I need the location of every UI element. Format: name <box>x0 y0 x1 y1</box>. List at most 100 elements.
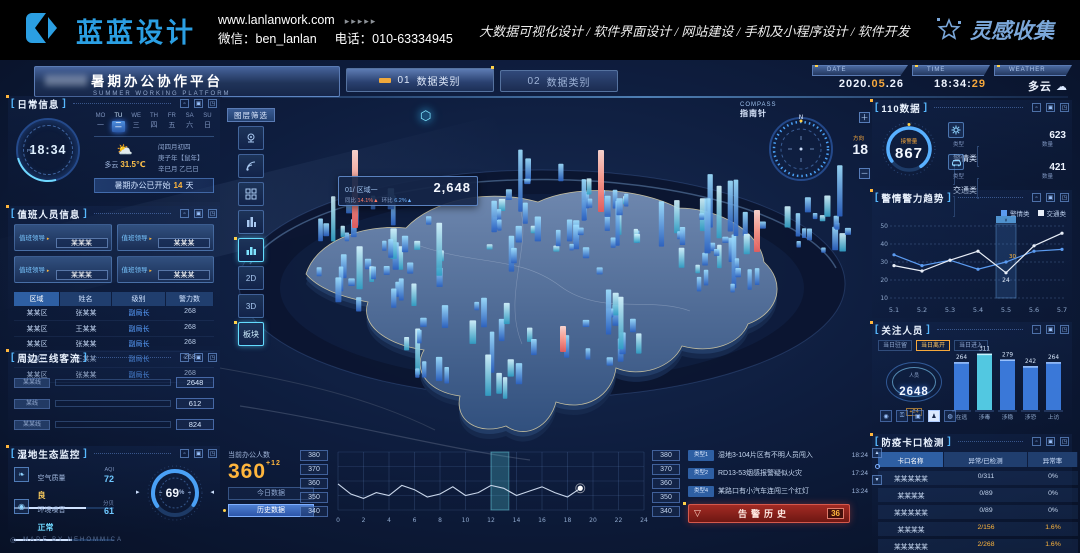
tab-stay-today[interactable]: 当日驻留 <box>878 340 912 351</box>
duty-card[interactable]: 值班领导 ▸某某某 <box>14 256 112 283</box>
panel-min-icon[interactable]: ▫ <box>1032 193 1041 202</box>
layer-grid-button[interactable] <box>238 182 264 206</box>
panel-max-icon[interactable]: ▣ <box>194 209 203 218</box>
wechat-label: 微信：ben_lanlan <box>218 32 317 46</box>
duty-card[interactable]: 值班领导 ▸某某某 <box>117 256 215 283</box>
panel-min-icon[interactable]: ▫ <box>180 99 189 108</box>
clock-time: 18:34 <box>18 120 78 180</box>
duty-card[interactable]: 值班领导 ▸某某某 <box>14 224 112 251</box>
panel-min-icon[interactable]: ▫ <box>1032 103 1041 112</box>
flow-bar-row: 某某线 824 <box>14 418 214 431</box>
svg-text:30: 30 <box>1009 254 1016 260</box>
layer-building-button[interactable] <box>238 210 264 234</box>
panel-expand-icon[interactable]: ◳ <box>208 209 217 218</box>
panel-min-icon[interactable]: ▫ <box>1032 325 1041 334</box>
star-icon <box>936 17 962 43</box>
week-row: MO一 TU二 WE三 TH四 FR五 SA六 SU日 <box>94 112 214 132</box>
compass-dial[interactable]: N <box>766 114 836 184</box>
svg-text:18: 18 <box>564 517 572 524</box>
bar-chart-icon <box>245 244 257 256</box>
alert-item[interactable]: 类型2RD13-53烟感报警疑似火灾17:24 <box>688 466 868 480</box>
alert-scrollbar: ▲ ▼ <box>872 448 882 485</box>
duty-card[interactable]: 值班领导 ▸某某某 <box>117 224 215 251</box>
svg-text:0: 0 <box>336 517 340 524</box>
svg-text:N: N <box>799 114 804 121</box>
col-header-checkpoint[interactable]: 卡口名称 <box>878 452 944 467</box>
panel-110-data: [110数据] ▫▣◳ 接警量867 类型数量 警情类 623 类型数量 <box>872 100 1072 186</box>
signal-icon <box>245 160 257 172</box>
panel-min-icon[interactable]: ▫ <box>180 209 189 218</box>
site-header: 蓝蓝设计 www.lanlanwork.com▸▸▸▸▸ 微信：ben_lanl… <box>0 0 1080 60</box>
layer-block-button[interactable]: 板块 <box>238 322 264 346</box>
map-tooltip: 01/ 区域一2,648 同比 14.1%▲ 环比 6.2%▲ <box>338 176 478 206</box>
panel-max-icon[interactable]: ▣ <box>1046 437 1055 446</box>
alarm-gauge: 接警量867 <box>880 120 938 178</box>
svg-text:264: 264 <box>956 355 967 361</box>
filter-camera-icon[interactable]: ◉ <box>880 410 892 422</box>
tab-data-category-1[interactable]: 01数据类别 <box>346 68 494 92</box>
panel-expand-icon[interactable]: ◳ <box>208 353 217 362</box>
tab-left-today[interactable]: 当日离开 <box>916 340 950 351</box>
compass-value: 18 <box>852 141 868 157</box>
panel-min-icon[interactable]: ▫ <box>1032 437 1041 446</box>
map-marker-icon[interactable]: ⬡ <box>420 108 431 124</box>
panel-max-icon[interactable]: ▣ <box>194 353 203 362</box>
panel-max-icon[interactable]: ▣ <box>194 449 203 458</box>
svg-text:涉恐: 涉恐 <box>1025 413 1037 421</box>
zoom-in-button[interactable]: ＋ <box>859 112 870 123</box>
table-row: 某某某某0/890% <box>878 488 1066 502</box>
panel-min-icon[interactable]: ▫ <box>180 353 189 362</box>
analog-clock: PM 18:34 <box>16 118 80 182</box>
focus-bar-chart[interactable]: 264在逃311涉毒279涉稳242涉恐264上访 <box>950 338 1068 426</box>
panel-max-icon[interactable]: ▣ <box>194 99 203 108</box>
col-header-detected[interactable]: 异常/已检测 <box>944 452 1028 467</box>
col-header-rate[interactable]: 异常率 <box>1028 452 1078 467</box>
col-header-count[interactable]: 警力数 <box>166 292 214 306</box>
panel-expand-icon[interactable]: ◳ <box>1060 103 1069 112</box>
eco-gauge: ▸ ◂ – 69% – <box>144 462 206 524</box>
alarm-history-button[interactable]: ▽ 告警历史 36 <box>688 504 850 523</box>
layer-camera-button[interactable] <box>238 126 264 150</box>
layer-barchart-button[interactable] <box>238 238 264 262</box>
tab-data-category-2[interactable]: 02数据类别 <box>500 70 618 92</box>
filter-key-icon[interactable]: ⚿ <box>896 410 908 422</box>
svg-text:279: 279 <box>1002 352 1013 358</box>
svg-text:242: 242 <box>1025 359 1036 365</box>
scroll-down-icon[interactable]: ▼ <box>872 475 882 485</box>
col-header-name[interactable]: 姓名 <box>60 292 112 306</box>
panel-min-icon[interactable]: ▫ <box>180 449 189 458</box>
alert-item[interactable]: 类型4某路口有小汽车连闯三个红灯13:24 <box>688 484 868 498</box>
panel-expand-icon[interactable]: ◳ <box>208 449 217 458</box>
col-header-area[interactable]: 区域 <box>14 292 60 306</box>
panel-max-icon[interactable]: ▣ <box>1046 193 1055 202</box>
filter-person-icon[interactable]: ♟ <box>928 410 940 422</box>
checkpoint-table: 卡口名称 异常/已检测 异常率 某某某某某0/3110% 某某某某0/890% … <box>878 452 1066 553</box>
zoom-out-button[interactable]: － <box>859 168 870 179</box>
panel-expand-icon[interactable]: ◳ <box>1060 325 1069 334</box>
filter-badge-icon[interactable]: ▣ <box>912 410 924 422</box>
svg-text:22: 22 <box>615 517 623 524</box>
alert-item[interactable]: 类型1湿地3-104片区有不明人员闯入18:24 <box>688 448 868 462</box>
layer-2d-button[interactable]: 2D <box>238 266 264 290</box>
weather-now: ⛅ 多云 31.5℃ <box>96 142 154 170</box>
office-line-chart[interactable]: 024681012141618202224 <box>332 448 650 534</box>
layer-3d-button[interactable]: 3D <box>238 294 264 318</box>
trend-chart[interactable]: 5040302010∨30245.15.25.35.45.55.65.7 <box>874 216 1070 316</box>
svg-text:16: 16 <box>538 517 546 524</box>
svg-text:5.7: 5.7 <box>1057 306 1067 314</box>
svg-text:40: 40 <box>880 241 888 248</box>
panel-max-icon[interactable]: ▣ <box>1046 325 1055 334</box>
grid-icon <box>245 188 257 200</box>
panel-expand-icon[interactable]: ◳ <box>208 99 217 108</box>
panel-expand-icon[interactable]: ◳ <box>1060 193 1069 202</box>
panel-max-icon[interactable]: ▣ <box>1046 103 1055 112</box>
gauge-right-arrow[interactable]: ◂ <box>210 488 214 496</box>
gauge-left-arrow[interactable]: ▸ <box>136 488 140 496</box>
panel-expand-icon[interactable]: ◳ <box>1060 437 1069 446</box>
scroll-thumb[interactable] <box>875 464 880 469</box>
website-link[interactable]: www.lanlanwork.com <box>218 13 335 27</box>
scroll-up-icon[interactable]: ▲ <box>872 448 882 458</box>
warning-icon: ▽ <box>694 508 701 519</box>
layer-signal-button[interactable] <box>238 154 264 178</box>
col-header-level[interactable]: 级别 <box>112 292 166 306</box>
